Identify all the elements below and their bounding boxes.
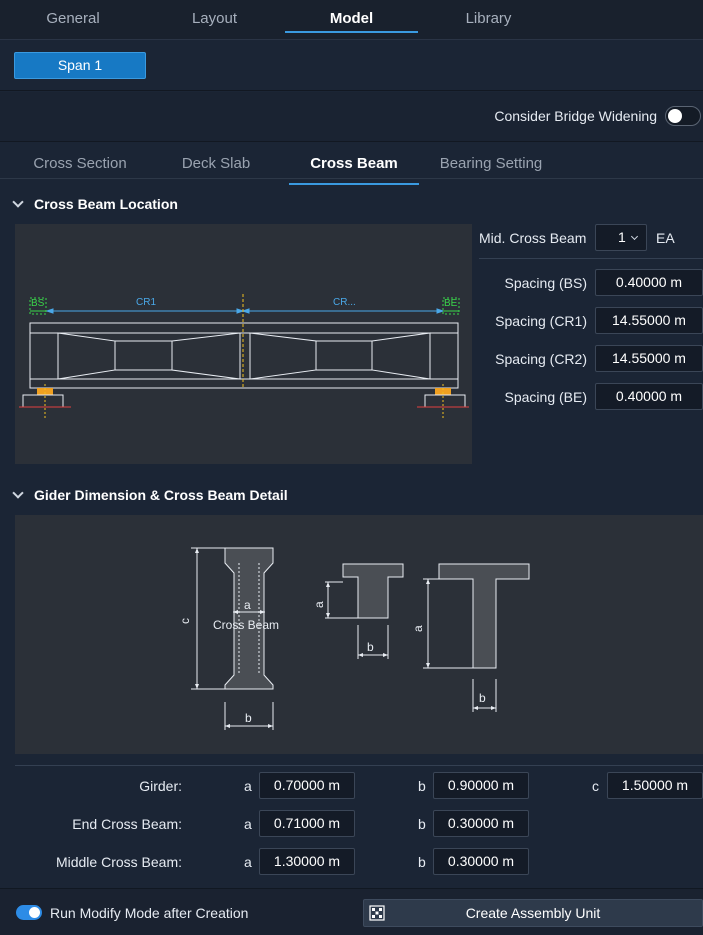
girder-a-letter: a	[244, 778, 252, 794]
span-row: Span 1	[0, 41, 703, 91]
middle-b-letter: b	[418, 854, 426, 870]
sub-tab-bar: Cross Section Deck Slab Cross Beam Beari…	[0, 143, 703, 185]
girder-c-label: c	[178, 618, 192, 624]
section-title: Cross Beam Location	[34, 196, 178, 212]
cross-beam-label: Cross Beam	[213, 618, 279, 632]
cross-beam-location-header[interactable]: Cross Beam Location	[12, 196, 178, 212]
girder-detail-diagram: a Cross Beam c b a b a b	[15, 515, 703, 754]
tab-layout[interactable]: Layout	[146, 0, 283, 39]
mid-cross-beam-value: 1	[618, 229, 626, 245]
chevron-down-icon	[630, 232, 639, 241]
tab-library[interactable]: Library	[420, 0, 557, 39]
middle-beam-a-label: a	[411, 625, 425, 632]
spacing-cr2-input[interactable]: 14.55000 m	[595, 345, 703, 372]
spacing-be-label: Spacing (BE)	[504, 389, 587, 405]
widening-label: Consider Bridge Widening	[494, 108, 657, 124]
dimension-lines	[45, 308, 445, 314]
girder-dimension-header[interactable]: Gider Dimension & Cross Beam Detail	[12, 487, 288, 503]
end-cross-beam-shape	[342, 563, 404, 619]
be-label: BE	[444, 298, 458, 309]
end-beam-a-label: a	[312, 601, 326, 608]
girder-b-label: b	[245, 711, 252, 725]
tab-general[interactable]: General	[0, 0, 146, 39]
mid-cross-beam-label: Mid. Cross Beam	[479, 230, 587, 246]
bridge-section-drawing: BS BE CR1 CR...	[19, 294, 469, 420]
spacing-cr1-label: Spacing (CR1)	[495, 313, 587, 329]
chevron-down-icon	[12, 487, 24, 499]
middle-beam-b-label: b	[479, 691, 486, 705]
tab-bearing-setting[interactable]: Bearing Setting	[426, 143, 556, 185]
cr2-label: CR...	[333, 297, 356, 308]
middle-cross-beam-b-input[interactable]: 0.30000 m	[433, 848, 529, 875]
end-a-letter: a	[244, 816, 252, 832]
girder-detail-drawing: a Cross Beam c b a b a b	[178, 547, 530, 730]
girder-b-letter: b	[418, 778, 426, 794]
bearings	[19, 384, 469, 420]
spacing-cr2-label: Spacing (CR2)	[495, 351, 587, 367]
run-modify-label: Run Modify Mode after Creation	[50, 905, 249, 921]
girder-b-input[interactable]: 0.90000 m	[433, 772, 529, 799]
run-modify-toggle[interactable]	[16, 905, 42, 920]
spacing-be-input[interactable]: 0.40000 m	[595, 383, 703, 410]
create-assembly-unit-button[interactable]: Create Assembly Unit	[363, 899, 703, 927]
mid-cross-beam-select[interactable]: 1	[595, 224, 647, 251]
chevron-down-icon	[12, 196, 24, 208]
tab-cross-section[interactable]: Cross Section	[14, 143, 146, 185]
end-b-letter: b	[418, 816, 426, 832]
tab-deck-slab[interactable]: Deck Slab	[152, 143, 280, 185]
toggle-knob	[29, 907, 40, 918]
spacing-bs-label: Spacing (BS)	[504, 275, 587, 291]
girder-c-letter: c	[592, 778, 599, 794]
middle-cross-beam-label: Middle Cross Beam:	[55, 854, 182, 870]
end-beam-b-label: b	[367, 640, 374, 654]
widening-toggle[interactable]	[665, 106, 701, 126]
cr1-label: CR1	[136, 297, 156, 308]
divider	[15, 765, 703, 766]
spacing-bs-input[interactable]: 0.40000 m	[595, 269, 703, 296]
girder-a-input[interactable]: 0.70000 m	[259, 772, 355, 799]
end-cross-beam-b-input[interactable]: 0.30000 m	[433, 810, 529, 837]
toggle-knob	[668, 109, 682, 123]
spacing-cr1-input[interactable]: 14.55000 m	[595, 307, 703, 334]
divider	[479, 258, 703, 259]
tab-model[interactable]: Model	[283, 0, 420, 39]
cross-beam-location-diagram: BS BE CR1 CR...	[15, 224, 472, 464]
bs-label: BS	[31, 298, 45, 309]
middle-cross-beam-a-input[interactable]: 1.30000 m	[259, 848, 355, 875]
section-title: Gider Dimension & Cross Beam Detail	[34, 487, 288, 503]
assembly-grid-icon	[369, 905, 385, 921]
top-tab-bar: General Layout Model Library	[0, 0, 703, 40]
end-cross-beam-a-input[interactable]: 0.71000 m	[259, 810, 355, 837]
middle-a-letter: a	[244, 854, 252, 870]
girder-outline	[29, 322, 459, 389]
girder-label: Girder:	[139, 778, 182, 794]
middle-cross-beam-shape	[438, 563, 530, 669]
widening-row: Consider Bridge Widening	[0, 92, 703, 142]
mid-cross-beam-unit: EA	[656, 230, 675, 246]
end-cross-beam-label: End Cross Beam:	[72, 816, 182, 832]
girder-a-label: a	[244, 598, 251, 612]
span-1-button[interactable]: Span 1	[14, 52, 146, 79]
tab-cross-beam[interactable]: Cross Beam	[289, 143, 419, 185]
girder-c-input[interactable]: 1.50000 m	[607, 772, 703, 799]
